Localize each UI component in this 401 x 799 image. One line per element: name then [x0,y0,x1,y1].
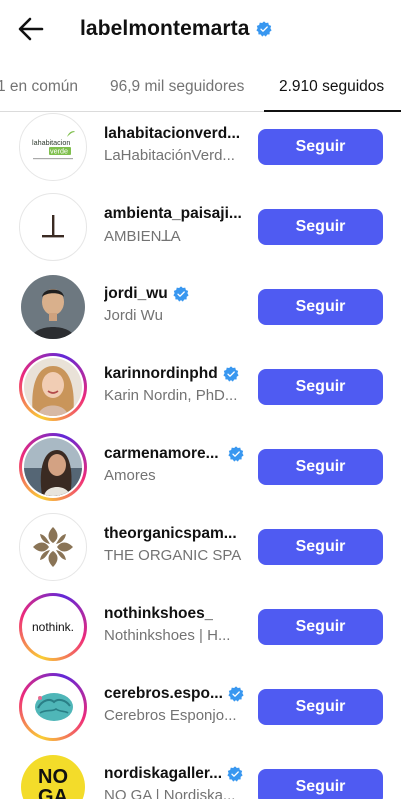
fullname: Cerebros Esponjo... [104,707,237,724]
noga-logo-line-2: GA [38,786,68,799]
noga-logo: NO GA [38,767,68,799]
follow-button[interactable]: Seguir [258,289,383,325]
fullname: Amores [104,467,156,484]
follow-button[interactable]: Seguir [258,449,383,485]
person-photo [21,275,85,339]
follow-button[interactable]: Seguir [258,529,383,565]
fullname: LaHabitaciónVerd... [104,147,235,164]
avatar[interactable] [19,513,87,581]
arrow-left-icon [18,17,44,41]
username[interactable]: cerebros.espo... [104,685,223,703]
organic-spa-logo [33,527,73,567]
verified-badge-icon [228,686,244,702]
username[interactable]: ambienta_paisaji... [104,205,242,223]
avatar[interactable] [19,273,87,341]
avatar[interactable] [19,673,87,741]
tab-mutual-label: 1 en común [0,78,78,95]
app-header: labelmontemarta [0,0,401,58]
username[interactable]: nordiskagaller... [104,765,222,783]
list-item[interactable]: theorganicspam... THE ORGANIC SPA Seguir [0,513,401,593]
fullname: Karin Nordin, PhD... [104,387,238,404]
avatar[interactable] [19,193,87,261]
noga-logo-line-1: NO [38,766,68,788]
follow-tabs: 1 en común 96,9 mil seguidores 2.910 seg… [0,62,401,112]
verified-badge-icon [223,366,239,382]
fullname: NO GA | Nordiska... [104,787,236,799]
nothink-logo: nothink. [31,620,75,634]
page-title: labelmontemarta [80,17,250,40]
tab-following-label: 2.910 seguidos [279,78,385,95]
list-item[interactable]: jordi_wu Jordi Wu Seguir [0,273,401,353]
cerebros-logo [35,693,73,721]
username[interactable]: theorganicspam... [104,525,237,543]
account-text[interactable]: lahabitacionverd... LaHabitaciónVerd... [104,123,246,164]
verified-badge-icon [255,21,272,37]
list-item[interactable]: cerebros.espo... Cerebros Esponjo... Seg… [0,673,401,753]
fullname: THE ORGANIC SPA [104,547,242,564]
tab-followers[interactable]: 96,9 mil seguidores [110,62,244,112]
username[interactable]: carmenamore... [104,445,219,463]
follow-button[interactable]: Seguir [258,129,383,165]
back-button[interactable] [16,14,46,44]
tab-following[interactable]: 2.910 seguidos [279,62,384,112]
avatar[interactable]: lahabitacion verde [19,113,87,181]
account-text[interactable]: carmenamore... Amores [104,443,246,484]
follow-button[interactable]: Seguir [258,209,383,245]
list-item[interactable]: karinnordinphd Karin Nordin, PhD... Segu… [0,353,401,433]
fullname: Jordi Wu [104,307,163,324]
following-list[interactable]: lahabitacion verde lahabitacionverd... L… [0,112,401,799]
avatar[interactable]: nothink. [19,593,87,661]
avatar[interactable]: NO GA [19,753,87,799]
fullname: AMBIENꓕA [104,228,181,245]
avatar[interactable] [19,433,87,501]
list-item[interactable]: nothink. nothinkshoes_ Nothinkshoes | H.… [0,593,401,673]
tab-followers-label: 96,9 mil seguidores [110,78,245,95]
list-item[interactable]: carmenamore... Amores Seguir [0,433,401,513]
logo-text-bottom: verde [50,147,68,156]
account-text[interactable]: karinnordinphd Karin Nordin, PhD... [104,363,246,404]
username[interactable]: nothinkshoes_ [104,605,213,623]
verified-badge-icon [173,286,189,302]
username[interactable]: karinnordinphd [104,365,218,383]
profile-title: labelmontemarta [80,14,272,44]
list-item[interactable]: lahabitacion verde lahabitacionverd... L… [0,113,401,193]
account-text[interactable]: ambienta_paisaji... AMBIENꓕA [104,203,246,245]
avatar[interactable] [19,353,87,421]
account-text[interactable]: nordiskagaller... NO GA | Nordiska... [104,763,246,799]
account-text[interactable]: nothinkshoes_ Nothinkshoes | H... [104,603,246,644]
ambienta-logo [42,215,64,238]
verified-badge-icon [227,446,244,462]
lahabitacion-verde-logo: lahabitacion verde [32,131,75,160]
tab-mutual[interactable]: 1 en común [0,62,78,112]
follow-button[interactable]: Seguir [258,689,383,725]
username[interactable]: lahabitacionverd... [104,125,240,143]
follow-button[interactable]: Seguir [258,369,383,405]
username[interactable]: jordi_wu [104,285,168,303]
fullname: Nothinkshoes | H... [104,627,231,644]
list-item[interactable]: NO GA nordiskagaller... NO GA | Nordiska… [0,753,401,799]
person-photo [24,358,82,416]
follow-button[interactable]: Seguir [258,769,383,799]
list-item[interactable]: ambienta_paisaji... AMBIENꓕA Seguir [0,193,401,273]
person-photo [24,438,82,496]
account-text[interactable]: theorganicspam... THE ORGANIC SPA [104,523,246,564]
account-text[interactable]: cerebros.espo... Cerebros Esponjo... [104,683,246,724]
account-text[interactable]: jordi_wu Jordi Wu [104,283,246,324]
verified-badge-icon [227,766,243,782]
follow-button[interactable]: Seguir [258,609,383,645]
